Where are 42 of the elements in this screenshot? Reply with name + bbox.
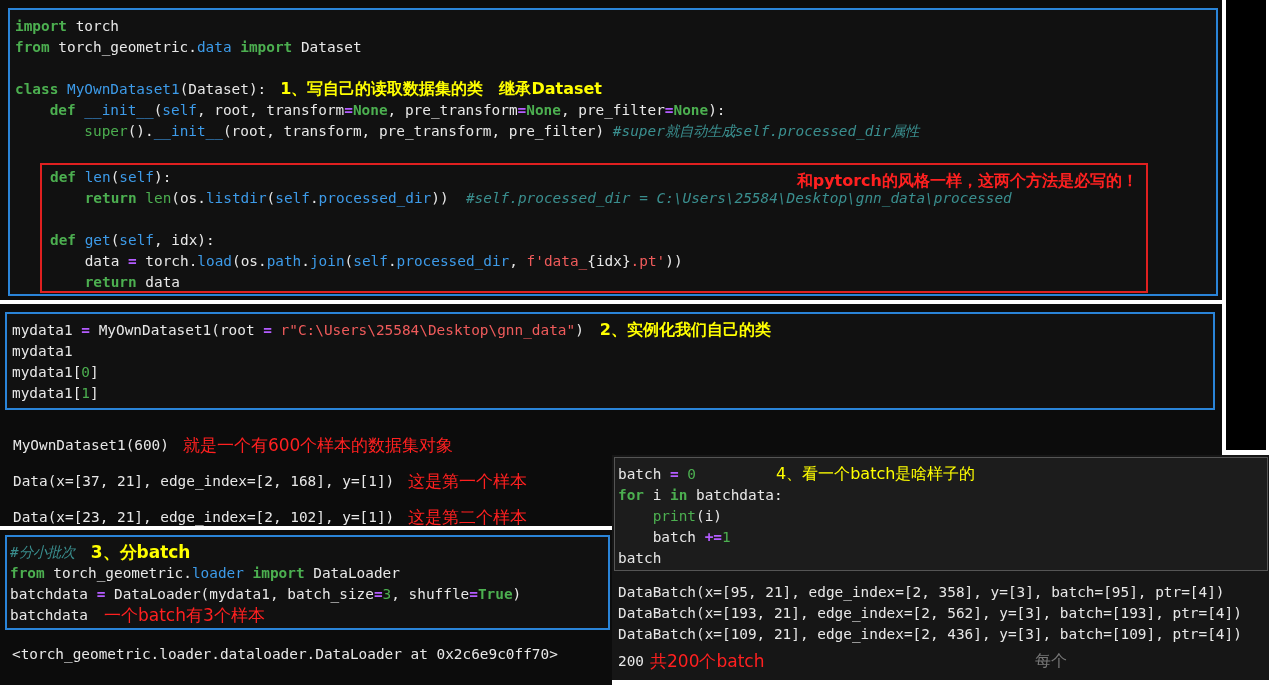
code-line: super().__init__(root, transform, pre_transform, pre_filter) #super就自动生成self.processed_dir属性 bbox=[83, 122, 919, 142]
output-line: Data(x=[23, 21], edge_index=[2, 102], y=[1]) bbox=[13, 507, 395, 528]
code-line: from torch_geometric.loader import DataLoader bbox=[10, 564, 400, 584]
code-line: batch bbox=[618, 549, 662, 568]
code-line: class MyOwnDataset1(Dataset): bbox=[15, 80, 267, 99]
code-line: return len(os.listdir(self.processed_dir)) #self.processed_dir = C:\Users\25584\Desktop\gnn_data\processed bbox=[83, 189, 1012, 209]
annotation: 一个batch有3个样本 bbox=[104, 604, 265, 627]
code-line: mydata1[1] bbox=[12, 384, 99, 403]
code-line: data = torch.load(os.path.join(self.processed_dir, f'data_{idx}.pt')) bbox=[83, 252, 683, 272]
code-line: #分小批次 bbox=[10, 543, 75, 562]
annotation: 这是第一个样本 bbox=[408, 469, 528, 493]
code-line: batch +=1 bbox=[651, 528, 731, 547]
code-line: def __init__(self, root, transform=None, pre_transform=None, pre_filter=None): bbox=[48, 101, 726, 121]
code-line: def len(self): bbox=[50, 168, 172, 187]
output-line: MyOwnDataset1(600) bbox=[13, 435, 169, 455]
annotation: 就是一个有600个样本的数据集对象 bbox=[182, 433, 454, 457]
code-line: for i in batchdata: bbox=[618, 486, 783, 505]
annotation: 共200个batch bbox=[650, 650, 765, 673]
output-line: Data(x=[37, 21], edge_index=[2, 168], y=[1]) bbox=[13, 471, 395, 492]
code-line: return data bbox=[83, 273, 180, 292]
code-line: print(i) bbox=[651, 507, 722, 526]
code-line: mydata1 bbox=[12, 342, 73, 361]
code-line: import torch bbox=[15, 17, 119, 36]
output-line: <torch_geometric.loader.dataloader.DataLoader at 0x2c6e9c0ff70> bbox=[12, 645, 558, 665]
code-line: from torch_geometric.data import Dataset bbox=[15, 38, 362, 58]
output-line: 200 bbox=[618, 652, 644, 671]
annotation: 4、看一个batch是啥样子的 bbox=[776, 464, 976, 485]
code-line: def get(self, idx): bbox=[50, 231, 215, 250]
code-line: batchdata bbox=[10, 606, 88, 625]
annotation: 1、写自己的读取数据集的类 继承Dataset bbox=[280, 79, 602, 100]
code-line: mydata1 = MyOwnDataset1(root = r"C:\Users\25584\Desktop\gnn_data") bbox=[12, 321, 584, 341]
annotation: 和pytorch的风格一样，这两个方法是必写的！ bbox=[796, 171, 1138, 192]
code-line: batch = 0 bbox=[618, 465, 696, 484]
annotation: 3、分batch bbox=[90, 541, 191, 564]
output-line: DataBatch(x=[95, 21], edge_index=[2, 358], y=[3], batch=[95], ptr=[4]) bbox=[618, 583, 1225, 603]
code-line: mydata1[0] bbox=[12, 363, 99, 382]
comment-text: 每个 bbox=[1035, 651, 1067, 672]
annotation: 这是第二个样本 bbox=[408, 505, 528, 529]
output-line: DataBatch(x=[193, 21], edge_index=[2, 562], y=[3], batch=[193], ptr=[4]) bbox=[618, 604, 1242, 624]
code-line: batchdata = DataLoader(mydata1, batch_size=3, shuffle=True) bbox=[10, 585, 522, 605]
annotation: 2、实例化我们自己的类 bbox=[599, 320, 771, 341]
output-line: DataBatch(x=[109, 21], edge_index=[2, 436], y=[3], batch=[109], ptr=[4]) bbox=[618, 625, 1242, 645]
